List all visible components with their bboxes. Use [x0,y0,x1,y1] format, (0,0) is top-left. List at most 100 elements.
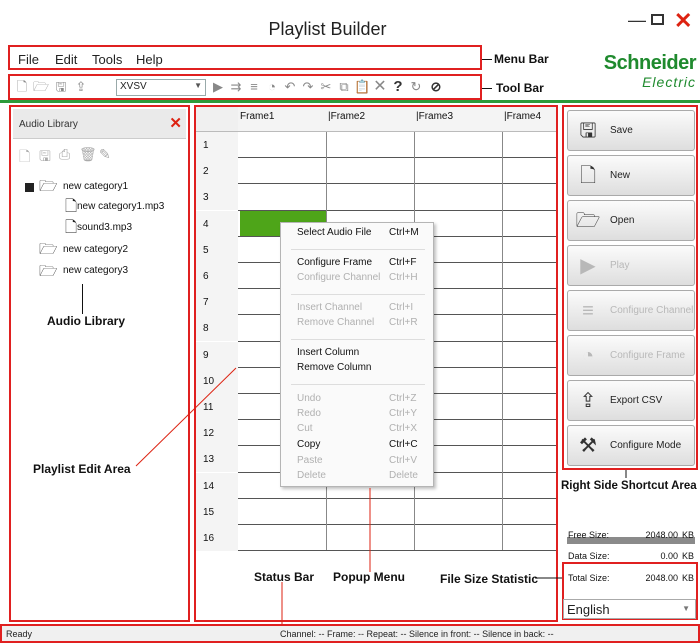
row-header[interactable]: 4 [196,210,238,237]
row-divider [238,550,556,552]
row-divider [238,497,556,499]
play-icon[interactable]: ▶ [210,79,226,95]
frame-config-icon[interactable]: ◔ [264,79,280,95]
popup-item-shortcut: Ctrl+X [389,423,418,434]
row-header[interactable]: 16 [196,525,238,551]
column-header-frame1[interactable]: Frame1 [238,107,326,132]
channel-icon: ≡ [582,300,594,322]
open-button[interactable]: 🗁 Open [567,200,695,241]
row-header[interactable]: 1 [196,132,238,158]
row-header[interactable]: 6 [196,263,238,289]
popup-item-label: Select Audio File [297,227,372,238]
print-icon[interactable]: ⎙ [59,146,70,163]
mode-select[interactable]: XVSV ▼ [116,79,206,96]
close-icon[interactable]: ✕ [169,114,182,132]
popup-item-shortcut: Delete [389,470,418,481]
undo-icon[interactable]: ↶ [282,79,298,95]
popup-item-shortcut: Ctrl+F [389,257,417,268]
status-bar: Ready Channel: -- Frame: -- Repeat: -- S… [0,624,700,643]
popup-item-shortcut: Ctrl+I [389,302,414,313]
tree-item-category2[interactable]: new category2 [63,244,128,255]
popup-item-label: Undo [297,393,321,404]
logo-subname: Electric [642,74,696,90]
refresh-icon[interactable]: ↻ [408,79,424,95]
shortcut-label: Export CSV [610,395,663,406]
menu-bar-callout-line [482,59,492,60]
popup-item-label: Copy [297,439,321,450]
menu-help[interactable]: Help [136,52,163,67]
tool-bar-callout-line [482,88,492,89]
configure-channel-button[interactable]: ≡ Configure Channel [567,290,695,331]
popup-item-label: Insert Channel [297,302,363,313]
row-header[interactable]: 13 [196,446,238,473]
minimize-button[interactable]: — [628,10,646,31]
tree-item-category3[interactable]: new category3 [63,265,128,276]
configure-mode-button[interactable]: ⚒ Configure Mode [567,425,695,466]
menu-file[interactable]: File [18,52,39,67]
row-header[interactable]: 8 [196,315,238,342]
language-select[interactable]: English ▼ [563,599,696,619]
save-icon[interactable]: 🖫 [53,79,69,95]
tree-item-category1[interactable]: new category1 [63,181,128,192]
shortcut-label: Save [610,125,633,136]
popup-item-label: Paste [297,455,323,466]
popup-item-label: Insert Column [297,347,360,358]
file-size-callout: File Size Statistic [440,572,539,586]
row-header[interactable]: 7 [196,289,238,316]
data-size-unit: KB [681,551,694,561]
export-icon: ⇪ [579,390,597,412]
shortcut-label: Play [610,260,630,271]
row-header[interactable]: 15 [196,498,238,525]
menu-edit[interactable]: Edit [55,52,77,67]
tool-bar-callout: Tool Bar [496,81,544,95]
open-folder-icon[interactable]: 🗁 [33,79,49,95]
popup-item-label: Redo [297,408,321,419]
new-file-icon[interactable]: 🗋 [14,79,30,95]
free-size-unit: KB [681,530,694,540]
data-size-label: Data Size: [568,551,610,561]
export-icon[interactable]: ⇪ [73,79,89,95]
play-button[interactable]: ▶ Play [567,245,695,286]
export-csv-button[interactable]: ⇪ Export CSV [567,380,695,421]
row-header[interactable]: 11 [196,394,238,420]
row-header[interactable]: 2 [196,158,238,185]
row-header[interactable]: 10 [196,367,238,394]
mode-select-value: XVSV [120,81,147,92]
close-button[interactable]: ✕ [674,8,692,34]
menu-tools[interactable]: Tools [92,52,122,67]
new-file-icon[interactable]: 🗋 [19,146,30,170]
maximize-button[interactable] [651,14,664,25]
cut-icon[interactable]: ✂ [318,79,334,95]
chevron-down-icon: ▼ [682,604,690,613]
collapse-icon[interactable] [25,183,34,192]
channel-config-icon[interactable]: ⇉ [228,79,244,95]
configure-frame-button[interactable]: ◔ Configure Frame [567,335,695,376]
tree-item-sound3[interactable]: sound3.mp3 [77,222,132,233]
redo-icon[interactable]: ↷ [300,79,316,95]
copy-icon[interactable]: ⧉ [336,79,352,95]
save-icon[interactable]: 🖫 [39,146,51,170]
edit-icon[interactable]: ✎ [99,146,111,163]
column-header-frame2[interactable]: |Frame2 [326,107,414,132]
new-button[interactable]: 🗋 New [567,155,695,196]
paste-icon[interactable]: 📋 [354,79,370,95]
row-header[interactable]: 5 [196,236,238,263]
row-header[interactable]: 3 [196,184,238,211]
trash-icon[interactable]: 🗑 [79,146,97,163]
list-icon[interactable]: ≡ [246,79,262,95]
stop-icon[interactable]: ⊘ [428,79,444,95]
row-divider [238,183,556,185]
popup-item-shortcut: Ctrl+H [389,272,418,283]
audio-library-callout: Audio Library [47,314,126,328]
row-header[interactable]: 9 [196,341,238,368]
data-size-value: 0.00 [660,551,678,561]
help-icon[interactable]: ? [390,79,406,95]
column-header-frame3[interactable]: |Frame3 [414,107,502,132]
playlist-edit-area-callout: Playlist Edit Area [33,462,131,476]
row-header[interactable]: 12 [196,420,238,447]
delete-icon[interactable]: ✕ [372,79,388,95]
column-header-frame4[interactable]: |Frame4 [502,107,556,132]
tree-item-category1-mp3[interactable]: new category1.mp3 [77,201,164,212]
save-button[interactable]: 🖫 Save [567,110,695,151]
row-header[interactable]: 14 [196,472,238,499]
